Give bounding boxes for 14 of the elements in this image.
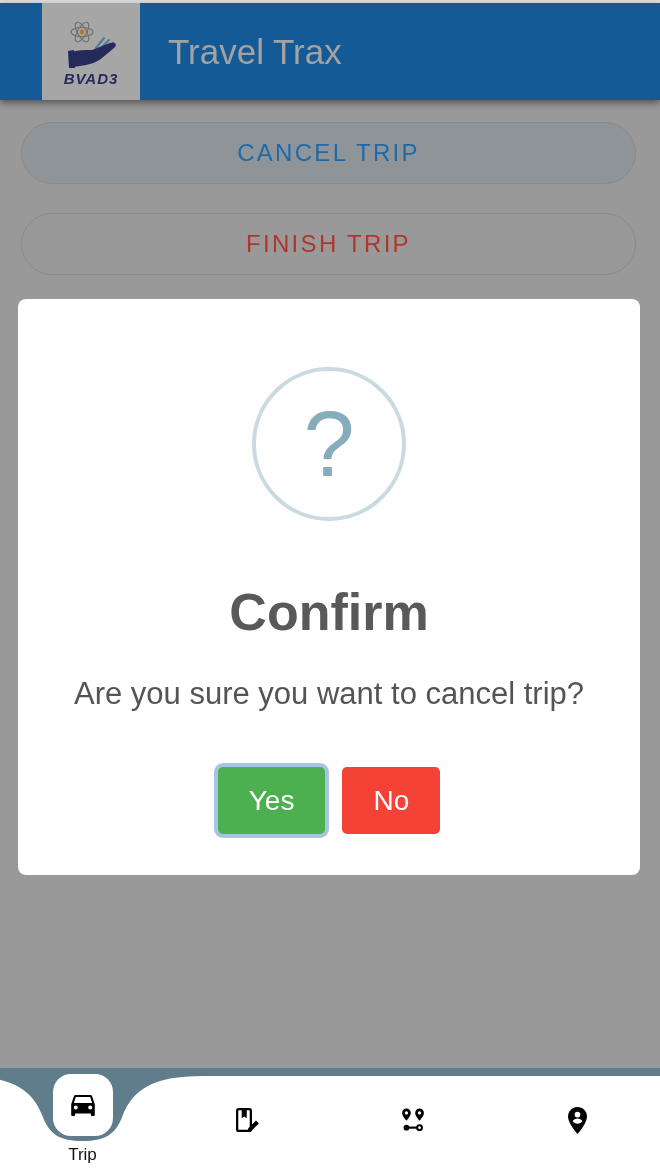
trip-tab[interactable]: [52, 1074, 113, 1136]
route-pins-icon: [400, 1108, 425, 1132]
logo-text: BVAD3: [63, 69, 119, 88]
dialog-title: Confirm: [229, 582, 429, 642]
person-pin-icon: [568, 1106, 587, 1134]
finish-trip-button[interactable]: FINISH TRIP: [21, 213, 636, 275]
cancel-trip-button[interactable]: CANCEL TRIP: [21, 122, 636, 184]
app-title: Travel Trax: [168, 30, 342, 73]
dialog-message: Are you sure you want to cancel trip?: [73, 676, 584, 712]
question-icon: ?: [252, 367, 406, 521]
book-pencil-icon: [235, 1108, 260, 1132]
car-icon: [70, 1094, 95, 1116]
deny-button[interactable]: No: [342, 767, 441, 834]
tab-label: Trip: [68, 1145, 97, 1165]
